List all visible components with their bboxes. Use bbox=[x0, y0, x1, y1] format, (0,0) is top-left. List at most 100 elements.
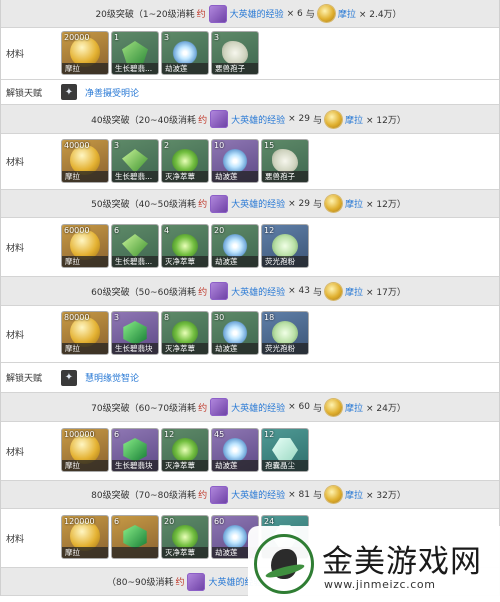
material-item-jade[interactable]: 3 生长碧翡... bbox=[111, 139, 159, 183]
header-text: 80级突破（70~80级消耗 bbox=[91, 491, 197, 501]
ascension-header-20: 20级突破（1~20级消耗 约 大英雄的经验 × 6 与 摩拉 × 2.4万） bbox=[1, 0, 499, 28]
item-count: 6 bbox=[114, 226, 120, 235]
and-label: 与 bbox=[312, 200, 322, 210]
mora-coin-icon bbox=[324, 486, 342, 503]
materials-label: 材料 bbox=[6, 158, 25, 168]
crystal-icon bbox=[272, 438, 298, 462]
flower-icon bbox=[222, 438, 248, 462]
hero-wit-link[interactable]: 大英雄的经验 bbox=[231, 285, 285, 298]
material-item-jade[interactable]: 3 生长碧翡块 bbox=[111, 311, 159, 355]
item-count: 60 bbox=[214, 517, 225, 526]
mora-link[interactable]: 摩拉 bbox=[345, 285, 363, 298]
spore-icon bbox=[272, 149, 298, 173]
hero-wit-link[interactable]: 大英雄的经验 bbox=[231, 113, 285, 126]
material-item-nilotpala[interactable]: 20 灭净萃蕈 bbox=[161, 515, 209, 559]
item-name: 灭净萃蕈 bbox=[162, 460, 208, 471]
site-logo-icon bbox=[254, 534, 314, 594]
mora-link[interactable]: 摩拉 bbox=[345, 401, 363, 414]
material-item-nilotpala[interactable]: 8 灭净萃蕈 bbox=[161, 311, 209, 355]
material-item-spore[interactable]: 15 悪兽孢子 bbox=[261, 139, 309, 183]
and-label: 与 bbox=[312, 403, 322, 414]
approx-label: 约 bbox=[198, 491, 208, 501]
item-name: 灭净萃蕈 bbox=[162, 171, 208, 182]
material-item-mora[interactable]: 100000 摩拉 bbox=[61, 428, 109, 472]
item-count: 80000 bbox=[64, 313, 90, 322]
mora-quantity: × 17万） bbox=[365, 287, 406, 298]
mora-link[interactable]: 摩拉 bbox=[338, 7, 356, 20]
site-watermark: 金美游戏网 www.jinmeizc.com bbox=[248, 526, 500, 602]
materials-row-40: 材料 40000 摩拉 3 生长碧翡... 2 灭净萃蕈 10 劫波莲 15 悪兽孢子 bbox=[1, 134, 499, 190]
header-text: 50级突破（40~50级消耗 bbox=[91, 200, 197, 210]
material-item-spore[interactable]: 12 荧光孢粉 bbox=[261, 224, 309, 268]
material-item-jade[interactable]: 1 生长碧翡... bbox=[111, 31, 159, 75]
mora-coin-icon bbox=[324, 110, 342, 128]
item-count: 4 bbox=[164, 226, 170, 235]
hero-wit-link[interactable]: 大英雄的经验 bbox=[231, 488, 285, 501]
material-item-mora[interactable]: 40000 摩拉 bbox=[61, 139, 109, 183]
approx-label: 约 bbox=[198, 287, 208, 298]
material-item-mora[interactable]: 120000 摩拉 bbox=[61, 515, 109, 559]
item-name: 灭净萃蕈 bbox=[162, 256, 208, 267]
item-name: 摩拉 bbox=[62, 256, 108, 267]
item-name: 生长碧翡... bbox=[112, 63, 158, 74]
material-item-spore[interactable]: 3 悪兽孢子 bbox=[211, 31, 259, 75]
material-item-kalpalata[interactable]: 45 劫波莲 bbox=[211, 428, 259, 472]
hero-wit-link[interactable]: 大英雄的经验 bbox=[231, 401, 285, 414]
mora-coin-icon bbox=[324, 398, 342, 416]
header-text: 20级突破（1~20级消耗 bbox=[95, 10, 195, 20]
mora-link[interactable]: 摩拉 bbox=[345, 113, 363, 126]
item-count: 10 bbox=[214, 141, 225, 150]
item-count: 60000 bbox=[64, 226, 90, 235]
item-count: 100000 bbox=[64, 430, 95, 439]
ascension-header-70: 70级突破（60~70级消耗 约 大英雄的经验 × 60 与 摩拉 × 24万） bbox=[1, 393, 499, 422]
item-name: 劫波莲 bbox=[212, 460, 258, 471]
talent-unlock-label: 解锁天赋 bbox=[6, 374, 43, 384]
hero-wit-link[interactable]: 大英雄的经验 bbox=[231, 197, 285, 210]
flower-icon bbox=[172, 41, 198, 65]
orb-icon bbox=[172, 525, 198, 549]
material-item-kalpalata[interactable]: 10 劫波莲 bbox=[211, 139, 259, 183]
materials-label: 材料 bbox=[6, 534, 25, 545]
hero-wit-book-icon bbox=[210, 194, 229, 213]
green-gem-icon bbox=[122, 149, 148, 173]
material-item-spore[interactable]: 18 荧光孢粉 bbox=[261, 311, 309, 355]
materials-label: 材料 bbox=[6, 243, 25, 254]
item-count: 12 bbox=[264, 430, 275, 439]
green-gem-icon bbox=[122, 41, 148, 65]
talent-unlock-row-60: 解锁天赋 ✦ 慧明缘觉智论 bbox=[1, 363, 499, 393]
material-item-nilotpala[interactable]: 12 灭净萃蕈 bbox=[161, 428, 209, 472]
material-item-nilotpala[interactable]: 4 灭净萃蕈 bbox=[161, 224, 209, 268]
mora-link[interactable]: 摩拉 bbox=[345, 197, 363, 210]
talent-link[interactable]: 慧明缘觉智论 bbox=[85, 371, 139, 384]
material-item-jade[interactable]: 6 bbox=[111, 515, 159, 559]
watermark-url: www.jinmeizc.com bbox=[324, 578, 436, 591]
material-item-mora[interactable]: 60000 摩拉 bbox=[61, 224, 109, 268]
item-count: 6 bbox=[114, 430, 120, 439]
hero-wit-link[interactable]: 大英雄的经验 bbox=[230, 7, 284, 20]
mora-link[interactable]: 摩拉 bbox=[345, 488, 363, 501]
hero-wit-quantity: × 81 bbox=[288, 489, 310, 500]
watermark-title: 金美游戏网 bbox=[322, 544, 482, 580]
material-item-kalpalata[interactable]: 30 劫波莲 bbox=[211, 311, 259, 355]
item-count: 3 bbox=[114, 313, 120, 322]
material-item-kalpalata[interactable]: 20 劫波莲 bbox=[211, 224, 259, 268]
mora-coin-icon bbox=[317, 5, 335, 22]
hero-wit-quantity: × 43 bbox=[288, 286, 310, 296]
materials-row-70: 材料 100000 摩拉 6 生长碧翡块 12 灭净萃蕈 45 劫波莲 12 孢囊晶尘 bbox=[1, 422, 499, 481]
item-name: 劫波莲 bbox=[212, 171, 258, 182]
flower-icon bbox=[222, 321, 248, 345]
materials-list: 80000 摩拉 3 生长碧翡块 8 灭净萃蕈 30 劫波莲 18 荧光孢粉 bbox=[61, 311, 309, 355]
ascension-header-50: 50级突破（40~50级消耗 约 大英雄的经验 × 29 与 摩拉 × 12万） bbox=[1, 190, 499, 218]
material-item-jade[interactable]: 6 生长碧翡... bbox=[111, 224, 159, 268]
talent-link[interactable]: 净善摄受明论 bbox=[85, 86, 139, 99]
material-item-mora[interactable]: 20000 摩拉 bbox=[61, 31, 109, 75]
ascension-header-60: 60级突破（50~60级消耗 约 大英雄的经验 × 43 与 摩拉 × 17万） bbox=[1, 277, 499, 306]
material-item-crystal[interactable]: 12 孢囊晶尘 bbox=[261, 428, 309, 472]
item-count: 40000 bbox=[64, 141, 90, 150]
material-item-mora[interactable]: 80000 摩拉 bbox=[61, 311, 109, 355]
hero-wit-book-icon bbox=[210, 282, 229, 300]
material-item-kalpalata[interactable]: 3 劫波莲 bbox=[161, 31, 209, 75]
item-count: 15 bbox=[264, 141, 275, 150]
material-item-nilotpala[interactable]: 2 灭净萃蕈 bbox=[161, 139, 209, 183]
material-item-jade[interactable]: 6 生长碧翡块 bbox=[111, 428, 159, 472]
